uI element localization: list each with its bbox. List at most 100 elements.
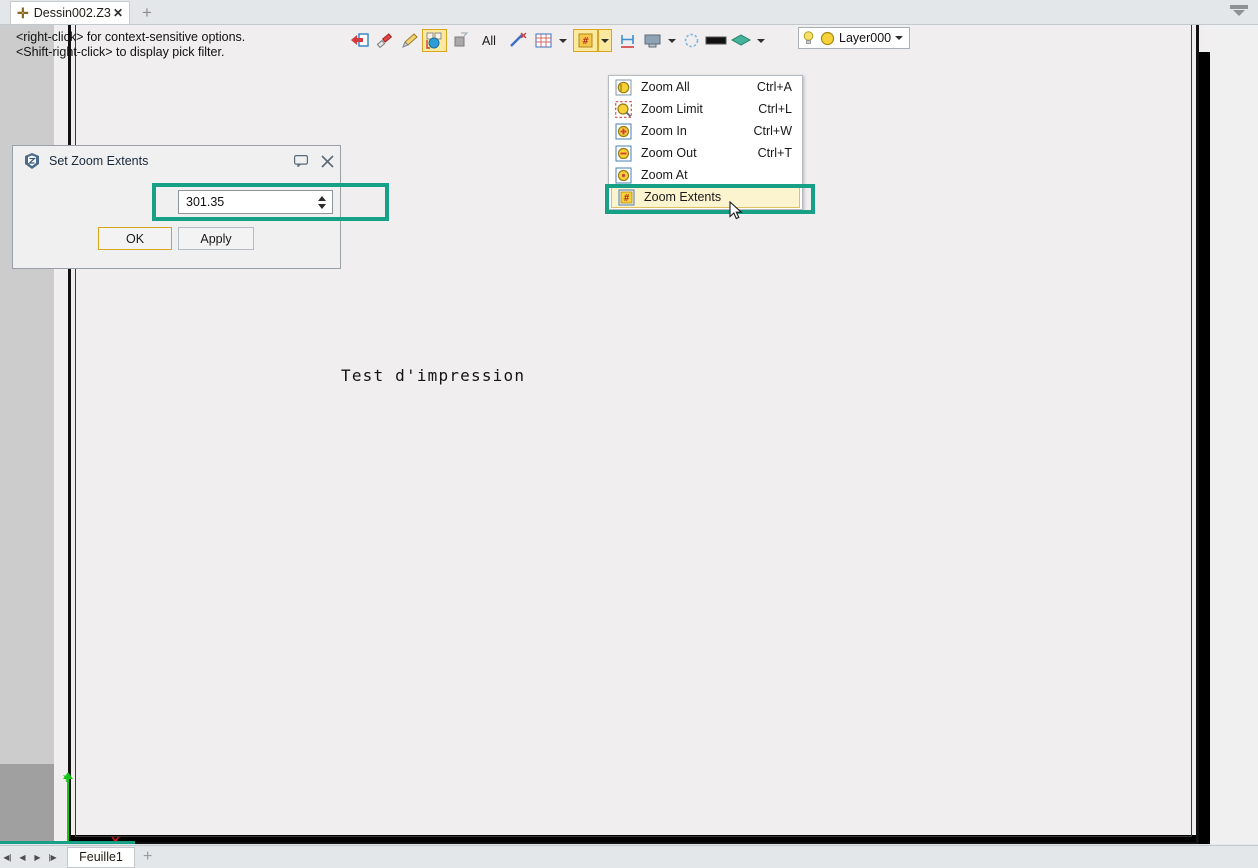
- zoom-out-icon: [615, 145, 632, 161]
- zoom-menu-dropdown-caret[interactable]: [597, 29, 612, 52]
- ok-button[interactable]: OK: [98, 227, 172, 250]
- fit-width-icon: [620, 35, 634, 48]
- menu-item-accelerator: Ctrl+A: [756, 80, 792, 94]
- menu-item-zoom-out[interactable]: Zoom Out Ctrl+T: [609, 142, 802, 164]
- y-axis-label: Y: [63, 774, 70, 785]
- menu-item-label: Zoom In: [641, 124, 687, 138]
- pick-filter-icon: [510, 32, 527, 47]
- origin-axis-gizmo: Y X: [55, 770, 185, 844]
- display-mode-icon-button[interactable]: [640, 29, 665, 52]
- tab-plus-icon: ✛: [17, 5, 29, 21]
- broom-icon-button[interactable]: [397, 29, 422, 52]
- nav-last-sheet-button[interactable]: |▶: [45, 847, 60, 867]
- dialog-title-bar: Set Zoom Extents: [13, 146, 340, 176]
- layer-style-icon: [730, 34, 751, 46]
- visual-style-icon: [426, 32, 442, 49]
- chevron-down-icon: [756, 38, 765, 43]
- layer-combo-label: Layer000: [839, 31, 892, 45]
- grid-dropdown-caret[interactable]: [556, 29, 570, 52]
- chevron-down-icon: [1233, 10, 1245, 16]
- chevron-down-icon: [667, 38, 676, 43]
- eraser-icon: [376, 33, 393, 49]
- app-logo-icon: [25, 153, 39, 169]
- menu-item-label: Zoom All: [641, 80, 690, 94]
- selection-filter-label[interactable]: All: [472, 34, 506, 48]
- pick-filter-icon-button[interactable]: [506, 29, 531, 52]
- zoom-extents-icon: #: [618, 189, 635, 205]
- undo-arrow-icon-button[interactable]: [347, 29, 372, 52]
- menu-item-label: Zoom At: [641, 168, 688, 182]
- spinner-up-icon[interactable]: [318, 195, 326, 201]
- nav-next-sheet-button[interactable]: ▶: [30, 847, 45, 867]
- grid-icon: [535, 33, 552, 48]
- select-circle-icon-button[interactable]: [679, 29, 704, 52]
- color-swatch-icon: [705, 36, 727, 45]
- sheet-tab-bar: ◀| ◀ ▶ |▶ Feuille1 +: [0, 845, 1258, 868]
- eraser-icon-button[interactable]: [372, 29, 397, 52]
- menu-item-zoom-at[interactable]: Zoom At: [609, 164, 802, 186]
- apply-button[interactable]: Apply: [178, 227, 254, 250]
- grid-icon-button[interactable]: [531, 29, 556, 52]
- zoom-extents-icon-button[interactable]: #: [572, 29, 598, 52]
- left-margin-strip-lower: [0, 764, 54, 844]
- spinner-buttons[interactable]: [314, 191, 330, 213]
- close-icon[interactable]: ✕: [113, 6, 123, 20]
- y-axis-line: [67, 776, 69, 844]
- menu-item-zoom-in[interactable]: Zoom In Ctrl+W: [609, 120, 802, 142]
- sheet-shadow-right: [1199, 52, 1210, 844]
- visual-style-icon-button[interactable]: [422, 29, 447, 52]
- collapse-ribbon-icon[interactable]: [1230, 5, 1248, 19]
- nav-prev-sheet-button[interactable]: ◀: [15, 847, 30, 867]
- menu-item-accelerator: Ctrl+W: [753, 124, 792, 138]
- document-tab-label: Dessin002.Z3: [33, 6, 111, 20]
- x-axis-line: [67, 842, 135, 844]
- shade-cylinder-icon: [454, 32, 469, 47]
- layer-color-icon: [820, 31, 835, 45]
- zoom-dropdown-menu[interactable]: Zoom All Ctrl+A Zoom Limit Ctrl+L Zoom I…: [608, 75, 803, 210]
- display-mode-icon: [644, 34, 661, 48]
- layer-combo-box[interactable]: Layer000: [798, 27, 910, 49]
- layer-style-dropdown-caret[interactable]: [754, 29, 768, 52]
- fit-width-icon-button[interactable]: [615, 29, 640, 52]
- zoom-extents-icon: #: [578, 33, 593, 48]
- help-balloon-icon[interactable]: [288, 148, 314, 174]
- document-tab-dessin002[interactable]: ✛ Dessin002.Z3 ✕: [10, 1, 130, 24]
- help-balloon-glyph: [294, 155, 308, 167]
- color-swatch-icon-button[interactable]: [704, 29, 729, 52]
- x-axis-label: X: [111, 834, 120, 844]
- undo-arrow-icon: [351, 33, 369, 47]
- shade-cylinder-icon-button[interactable]: [447, 29, 472, 52]
- mouse-cursor-icon: [729, 200, 745, 223]
- layer-style-icon-button[interactable]: [729, 29, 754, 52]
- menu-item-label: Zoom Out: [641, 146, 697, 160]
- display-mode-dropdown-caret[interactable]: [665, 29, 679, 52]
- drawing-workspace[interactable]: Test d'impression Y X <right-click> for …: [0, 24, 1258, 844]
- close-glyph: [320, 154, 334, 168]
- canvas-text-entity[interactable]: Test d'impression: [341, 366, 525, 385]
- nav-first-sheet-button[interactable]: ◀|: [0, 847, 15, 867]
- zoom-at-icon: [615, 167, 632, 183]
- broom-icon: [402, 33, 418, 48]
- zoom-extent-input-value[interactable]: 301.35: [179, 195, 314, 209]
- menu-item-zoom-limit[interactable]: Zoom Limit Ctrl+L: [609, 98, 802, 120]
- new-tab-button[interactable]: +: [137, 3, 157, 23]
- menu-item-accelerator: Ctrl+T: [757, 146, 792, 160]
- add-sheet-button[interactable]: +: [143, 849, 152, 865]
- menu-item-zoom-extents[interactable]: # Zoom Extents: [611, 186, 800, 208]
- menu-item-label: Zoom Limit: [641, 102, 703, 116]
- lightbulb-icon: [803, 31, 814, 44]
- menu-item-label: Zoom Extents: [644, 190, 722, 204]
- svg-text:#: #: [624, 193, 630, 204]
- spinner-down-icon[interactable]: [318, 203, 326, 209]
- chevron-down-icon[interactable]: [895, 36, 903, 40]
- view-toolbar: All #: [347, 28, 1147, 53]
- zoom-limit-icon: [615, 100, 632, 118]
- collapse-bar: [1230, 5, 1248, 9]
- menu-item-zoom-all[interactable]: Zoom All Ctrl+A: [609, 76, 802, 98]
- zoom-extent-spinner[interactable]: 301.35: [178, 190, 333, 214]
- sheet-tab-feuille1[interactable]: Feuille1: [67, 846, 135, 868]
- close-icon[interactable]: [314, 148, 340, 174]
- select-circle-icon: [684, 33, 699, 48]
- chevron-down-icon: [558, 38, 567, 43]
- cursor-arrow-glyph: [729, 200, 743, 220]
